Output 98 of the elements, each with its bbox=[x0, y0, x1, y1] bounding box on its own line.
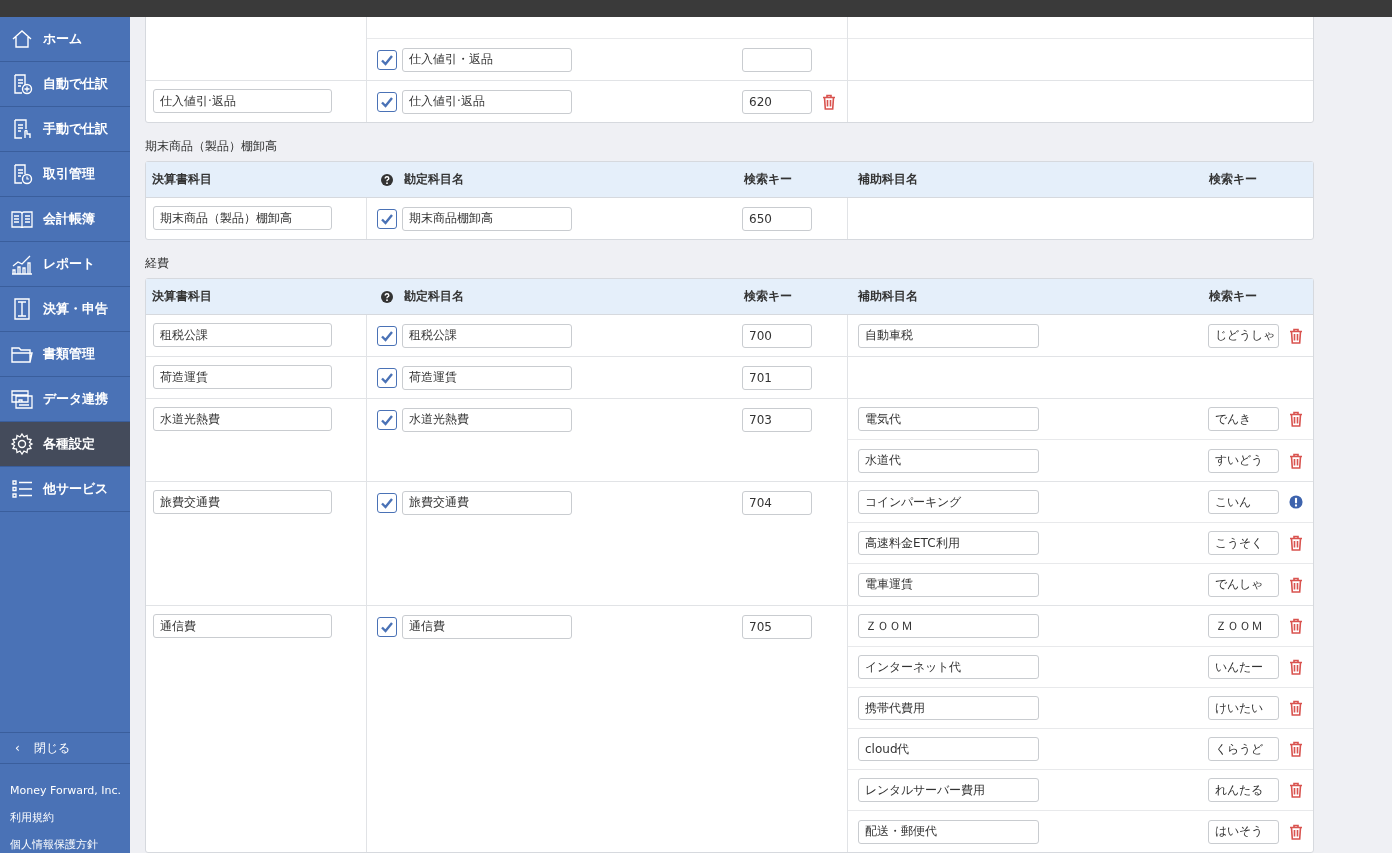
account-name-field[interactable]: 仕入値引・返品 bbox=[402, 47, 572, 72]
checkbox[interactable] bbox=[377, 616, 397, 637]
company-name: Money Forward, Inc. bbox=[10, 783, 122, 799]
sub-account-field[interactable]: インターネット代 bbox=[858, 655, 1039, 679]
column-header: 検索キー bbox=[744, 171, 792, 188]
search-key-field[interactable]: 704 bbox=[742, 490, 812, 515]
sub-account-field[interactable]: 水道代 bbox=[858, 448, 1039, 473]
trash-icon[interactable] bbox=[1289, 618, 1303, 634]
sub-account-field[interactable]: 電気代 bbox=[858, 407, 1039, 431]
help-icon[interactable] bbox=[381, 173, 393, 186]
trash-icon[interactable] bbox=[1289, 741, 1303, 757]
search-key-field[interactable]: でんき bbox=[1208, 407, 1279, 431]
sidebar-item[interactable]: ホーム bbox=[0, 17, 130, 62]
statement-item-field[interactable]: 期末商品（製品）棚卸高 bbox=[153, 206, 332, 230]
column-header: 検索キー bbox=[744, 288, 792, 305]
checkbox[interactable] bbox=[377, 208, 397, 229]
help-icon[interactable] bbox=[381, 290, 393, 303]
statement-item-field[interactable]: 通信費 bbox=[153, 614, 332, 638]
sub-account-field[interactable]: 自動車税 bbox=[858, 323, 1039, 348]
sidebar-item[interactable]: 自動で仕訳 bbox=[0, 62, 130, 107]
sub-account-field[interactable]: cloud代 bbox=[858, 737, 1039, 761]
footer-link[interactable]: 利用規約 bbox=[10, 810, 130, 826]
sidebar-item[interactable]: 各種設定 bbox=[0, 422, 130, 467]
search-key-field[interactable]: けいたい bbox=[1208, 696, 1279, 720]
search-key-field[interactable]: じどうしゃ bbox=[1208, 323, 1279, 348]
account-name-field[interactable]: 通信費 bbox=[402, 614, 572, 639]
account-name-field[interactable]: 水道光熱費 bbox=[402, 407, 572, 432]
sub-account-field[interactable]: 高速料金ETC利用 bbox=[858, 531, 1039, 555]
sub-account-field[interactable]: ＺＯＯＭ bbox=[858, 614, 1039, 638]
search-key-field[interactable]: 701 bbox=[742, 365, 812, 390]
search-key-field[interactable]: 620 bbox=[742, 89, 812, 114]
sidebar-item[interactable]: レポート bbox=[0, 242, 130, 287]
footer-link[interactable]: 個人情報保護方針 bbox=[10, 837, 130, 853]
sidebar-item[interactable]: 会計帳簿 bbox=[0, 197, 130, 242]
search-key-field[interactable]: いんたー bbox=[1208, 655, 1279, 679]
checkbox[interactable] bbox=[377, 49, 397, 70]
account-name-field[interactable]: 荷造運賃 bbox=[402, 365, 572, 390]
trash-icon[interactable] bbox=[1289, 576, 1303, 593]
column-header: 勘定科目名 bbox=[404, 171, 465, 188]
column-header: 決算書科目 bbox=[152, 171, 212, 188]
search-key-field[interactable]: はいそう bbox=[1208, 819, 1279, 844]
checkbox[interactable] bbox=[377, 91, 397, 112]
search-key-field[interactable]: 703 bbox=[742, 407, 812, 432]
account-name-field[interactable]: 仕入値引·返品 bbox=[402, 89, 572, 114]
trash-icon[interactable] bbox=[1289, 782, 1303, 798]
account-name-field[interactable]: 期末商品棚卸高 bbox=[402, 206, 572, 231]
column-header: 検索キー bbox=[1209, 288, 1257, 305]
section-title: 経費 bbox=[145, 256, 169, 270]
trash-icon[interactable] bbox=[1289, 823, 1303, 840]
checkbox[interactable] bbox=[377, 367, 397, 388]
search-key-field[interactable]: ＺＯＯＭ bbox=[1208, 614, 1279, 638]
statement-item-field[interactable]: 水道光熱費 bbox=[153, 407, 332, 431]
close-sidebar-button[interactable]: ‹ 閉じる bbox=[0, 732, 130, 764]
column-header: 補助科目名 bbox=[858, 288, 919, 305]
trash-icon[interactable] bbox=[1289, 327, 1303, 344]
column-header: 検索キー bbox=[1209, 171, 1257, 188]
cards-icon bbox=[10, 387, 34, 411]
search-key-field[interactable]: 650 bbox=[742, 206, 812, 231]
trash-icon[interactable] bbox=[1289, 535, 1303, 551]
sidebar-item[interactable]: 手動で仕訳 bbox=[0, 107, 130, 152]
section-title: 期末商品（製品）棚卸高 bbox=[145, 139, 277, 153]
sub-account-field[interactable]: レンタルサーバー費用 bbox=[858, 778, 1039, 802]
checkbox[interactable] bbox=[377, 409, 397, 430]
sidebar-item[interactable]: 取引管理 bbox=[0, 152, 130, 197]
search-key-field[interactable]: でんしゃ bbox=[1208, 572, 1279, 597]
account-name-field[interactable]: 旅費交通費 bbox=[402, 490, 572, 515]
sub-account-field[interactable]: 配送・郵便代 bbox=[858, 819, 1039, 844]
column-header: 決算書科目 bbox=[152, 288, 212, 305]
trash-icon[interactable] bbox=[822, 93, 836, 110]
sub-account-field[interactable]: 電車運賃 bbox=[858, 572, 1039, 597]
checkbox[interactable] bbox=[377, 325, 397, 346]
search-key-field[interactable]: すいどう bbox=[1208, 448, 1279, 473]
sidebar-item[interactable]: 書類管理 bbox=[0, 332, 130, 377]
sidebar-item[interactable]: 他サービス bbox=[0, 467, 130, 512]
gear-icon bbox=[10, 432, 34, 456]
checkbox[interactable] bbox=[377, 492, 397, 513]
search-key-field[interactable]: れんたる bbox=[1208, 778, 1279, 802]
account-name-field[interactable]: 租税公課 bbox=[402, 323, 572, 348]
column-header: 勘定科目名 bbox=[404, 288, 465, 305]
statement-item-field[interactable]: 荷造運賃 bbox=[153, 365, 332, 389]
sidebar-item[interactable]: 決算・申告 bbox=[0, 287, 130, 332]
trash-icon[interactable] bbox=[1289, 700, 1303, 716]
trash-icon[interactable] bbox=[1289, 659, 1303, 675]
search-key-field[interactable]: 705 bbox=[742, 614, 812, 639]
statement-item-field[interactable]: 仕入値引·返品 bbox=[153, 89, 332, 113]
column-header: 補助科目名 bbox=[858, 171, 919, 188]
trash-icon[interactable] bbox=[1289, 452, 1303, 469]
sub-account-field[interactable]: 携帯代費用 bbox=[858, 696, 1039, 720]
search-key-field[interactable]: 700 bbox=[742, 323, 812, 348]
statement-item-field[interactable]: 旅費交通費 bbox=[153, 490, 332, 514]
search-key-field[interactable]: くらうど bbox=[1208, 737, 1279, 761]
sub-account-field[interactable]: コインパーキング bbox=[858, 490, 1039, 514]
list-icon bbox=[10, 477, 34, 501]
search-key-field[interactable]: こうそく bbox=[1208, 531, 1279, 555]
trash-icon[interactable] bbox=[1289, 411, 1303, 427]
search-key-field[interactable]: こいん bbox=[1208, 490, 1279, 514]
search-key-field[interactable] bbox=[742, 47, 812, 72]
statement-item-field[interactable]: 租税公課 bbox=[153, 323, 332, 347]
